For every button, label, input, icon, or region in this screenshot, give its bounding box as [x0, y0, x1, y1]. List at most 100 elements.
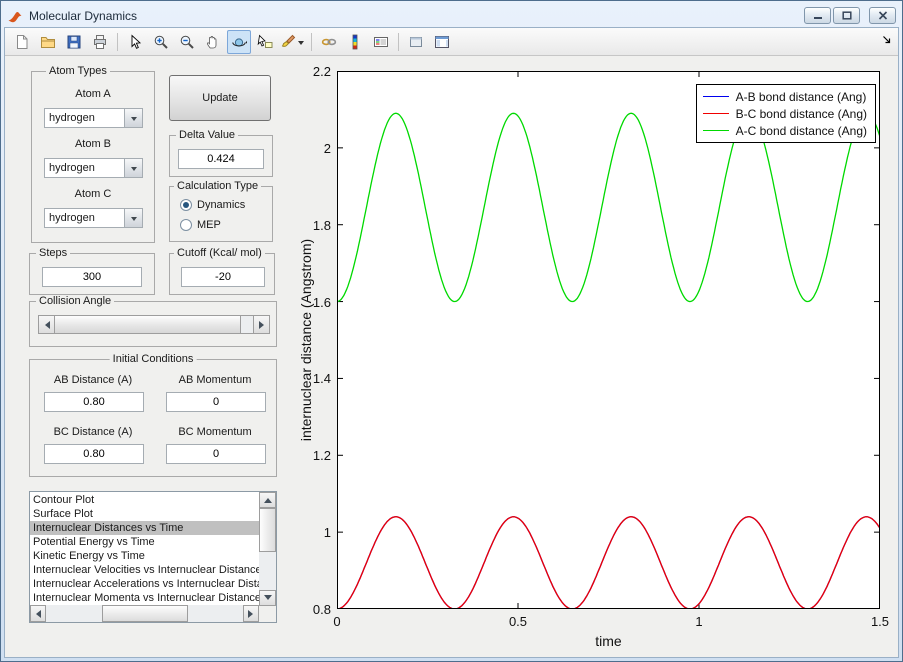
- slider-left-arrow[interactable]: [38, 315, 55, 334]
- legend-line-sample: [703, 96, 729, 97]
- legend-entry-label: A-B bond distance (Ang): [736, 90, 867, 104]
- atom-types-title: Atom Types: [46, 65, 110, 77]
- y-tick-label: 1: [289, 525, 331, 540]
- radio-dynamics-label: Dynamics: [197, 199, 245, 211]
- brush-dropdown-arrow-icon[interactable]: [298, 41, 304, 48]
- bc-distance-label: BC Distance (A): [34, 426, 152, 438]
- x-tick-label: 0.5: [498, 614, 538, 629]
- save-figure-button[interactable]: [62, 30, 86, 54]
- atom-a-dropdown[interactable]: hydrogen: [44, 108, 143, 128]
- plot-type-list: Contour PlotSurface PlotInternuclear Dis…: [30, 493, 259, 605]
- list-horizontal-scrollbar[interactable]: [30, 605, 259, 622]
- open-file-icon: [40, 34, 56, 50]
- new-figure-button[interactable]: [10, 30, 34, 54]
- calculation-type-title: Calculation Type: [174, 180, 261, 192]
- bc-distance-input[interactable]: [44, 444, 144, 464]
- insert-colorbar-button[interactable]: [343, 30, 367, 54]
- horizontal-scroll-thumb[interactable]: [102, 605, 188, 622]
- collision-angle-slider[interactable]: [38, 315, 270, 334]
- rotate-3d-button[interactable]: [227, 30, 251, 54]
- stage: Atom Types Atom A hydrogen Atom B hydrog…: [5, 56, 898, 657]
- list-item[interactable]: Contour Plot: [30, 493, 259, 507]
- minimize-button[interactable]: [804, 7, 831, 24]
- save-figure-icon: [66, 34, 82, 50]
- y-tick-label: 1.2: [289, 448, 331, 463]
- list-vertical-scrollbar[interactable]: [259, 492, 276, 606]
- cutoff-input[interactable]: [181, 267, 265, 287]
- delta-value-panel: Delta Value: [169, 135, 273, 177]
- pan-icon: [205, 34, 221, 50]
- initial-conditions-panel: Initial Conditions AB Distance (A) AB Mo…: [29, 359, 277, 477]
- bc-momentum-input[interactable]: [166, 444, 266, 464]
- cutoff-panel: Cutoff (Kcal/ mol): [169, 253, 275, 295]
- list-item[interactable]: Internuclear Accelerations vs Internucle…: [30, 577, 259, 591]
- insert-legend-icon: [373, 34, 389, 50]
- close-button[interactable]: [869, 7, 896, 24]
- radio-dynamics[interactable]: Dynamics: [180, 199, 245, 211]
- list-item[interactable]: Internuclear Velocities vs Internuclear …: [30, 563, 259, 577]
- atom-types-panel: Atom Types Atom A hydrogen Atom B hydrog…: [31, 71, 155, 243]
- slider-thumb[interactable]: [55, 315, 241, 334]
- scroll-left-button[interactable]: [30, 605, 46, 622]
- radio-dynamics-circle[interactable]: [180, 199, 192, 211]
- radio-mep[interactable]: MEP: [180, 219, 221, 231]
- hide-plot-tools-button[interactable]: [404, 30, 428, 54]
- chevron-down-icon[interactable]: [124, 159, 142, 177]
- pan-button[interactable]: [201, 30, 225, 54]
- list-item[interactable]: Internuclear Momenta vs Internuclear Dis…: [30, 591, 259, 605]
- y-tick-label: 2.2: [289, 64, 331, 79]
- calculation-type-panel: Calculation Type Dynamics MEP: [169, 186, 273, 242]
- scroll-right-button[interactable]: [243, 605, 259, 622]
- insert-legend-button[interactable]: [369, 30, 393, 54]
- atom-b-value: hydrogen: [49, 162, 95, 174]
- edit-plot-button[interactable]: [123, 30, 147, 54]
- x-axis-label: time: [337, 633, 880, 649]
- chevron-down-icon[interactable]: [124, 209, 142, 227]
- scroll-down-button[interactable]: [259, 590, 276, 606]
- steps-input[interactable]: [42, 267, 142, 287]
- plot-canvas[interactable]: [337, 71, 880, 609]
- steps-title: Steps: [36, 247, 70, 259]
- list-item[interactable]: Kinetic Energy vs Time: [30, 549, 259, 563]
- atom-a-value: hydrogen: [49, 112, 95, 124]
- legend[interactable]: A-B bond distance (Ang) B-C bond distance…: [696, 84, 876, 143]
- atom-b-dropdown[interactable]: hydrogen: [44, 158, 143, 178]
- link-plot-icon: [321, 34, 337, 50]
- update-button-label: Update: [202, 92, 237, 104]
- link-plot-button[interactable]: [317, 30, 341, 54]
- zoom-out-button[interactable]: [175, 30, 199, 54]
- print-figure-icon: [92, 34, 108, 50]
- legend-entry-label: B-C bond distance (Ang): [736, 107, 867, 121]
- edit-plot-icon: [127, 34, 143, 50]
- print-figure-button[interactable]: [88, 30, 112, 54]
- legend-entry-label: A-C bond distance (Ang): [736, 124, 867, 138]
- y-tick-label: 1.4: [289, 371, 331, 386]
- list-item[interactable]: Internuclear Distances vs Time: [30, 521, 259, 535]
- brush-data-button[interactable]: [279, 30, 306, 54]
- new-figure-icon: [14, 34, 30, 50]
- slider-track[interactable]: [241, 315, 253, 334]
- delta-value-input[interactable]: [178, 149, 264, 169]
- ab-momentum-label: AB Momentum: [156, 374, 274, 386]
- scroll-up-button[interactable]: [259, 492, 276, 508]
- show-plot-tools-dock-button[interactable]: [430, 30, 454, 54]
- toolbar-separator: [311, 33, 312, 51]
- hide-plot-tools-icon: [408, 34, 424, 50]
- maximize-button[interactable]: [833, 7, 860, 24]
- slider-right-arrow[interactable]: [253, 315, 270, 334]
- ab-distance-input[interactable]: [44, 392, 144, 412]
- vertical-scroll-thumb[interactable]: [259, 508, 276, 552]
- zoom-in-button[interactable]: [149, 30, 173, 54]
- toolbar-overflow-icon[interactable]: [882, 35, 892, 48]
- update-button[interactable]: Update: [169, 75, 271, 121]
- radio-mep-circle[interactable]: [180, 219, 192, 231]
- ab-momentum-input[interactable]: [166, 392, 266, 412]
- list-item[interactable]: Potential Energy vs Time: [30, 535, 259, 549]
- radio-mep-label: MEP: [197, 219, 221, 231]
- list-item[interactable]: Surface Plot: [30, 507, 259, 521]
- atom-c-dropdown[interactable]: hydrogen: [44, 208, 143, 228]
- data-cursor-icon: [257, 34, 273, 50]
- data-cursor-button[interactable]: [253, 30, 277, 54]
- open-file-button[interactable]: [36, 30, 60, 54]
- chevron-down-icon[interactable]: [124, 109, 142, 127]
